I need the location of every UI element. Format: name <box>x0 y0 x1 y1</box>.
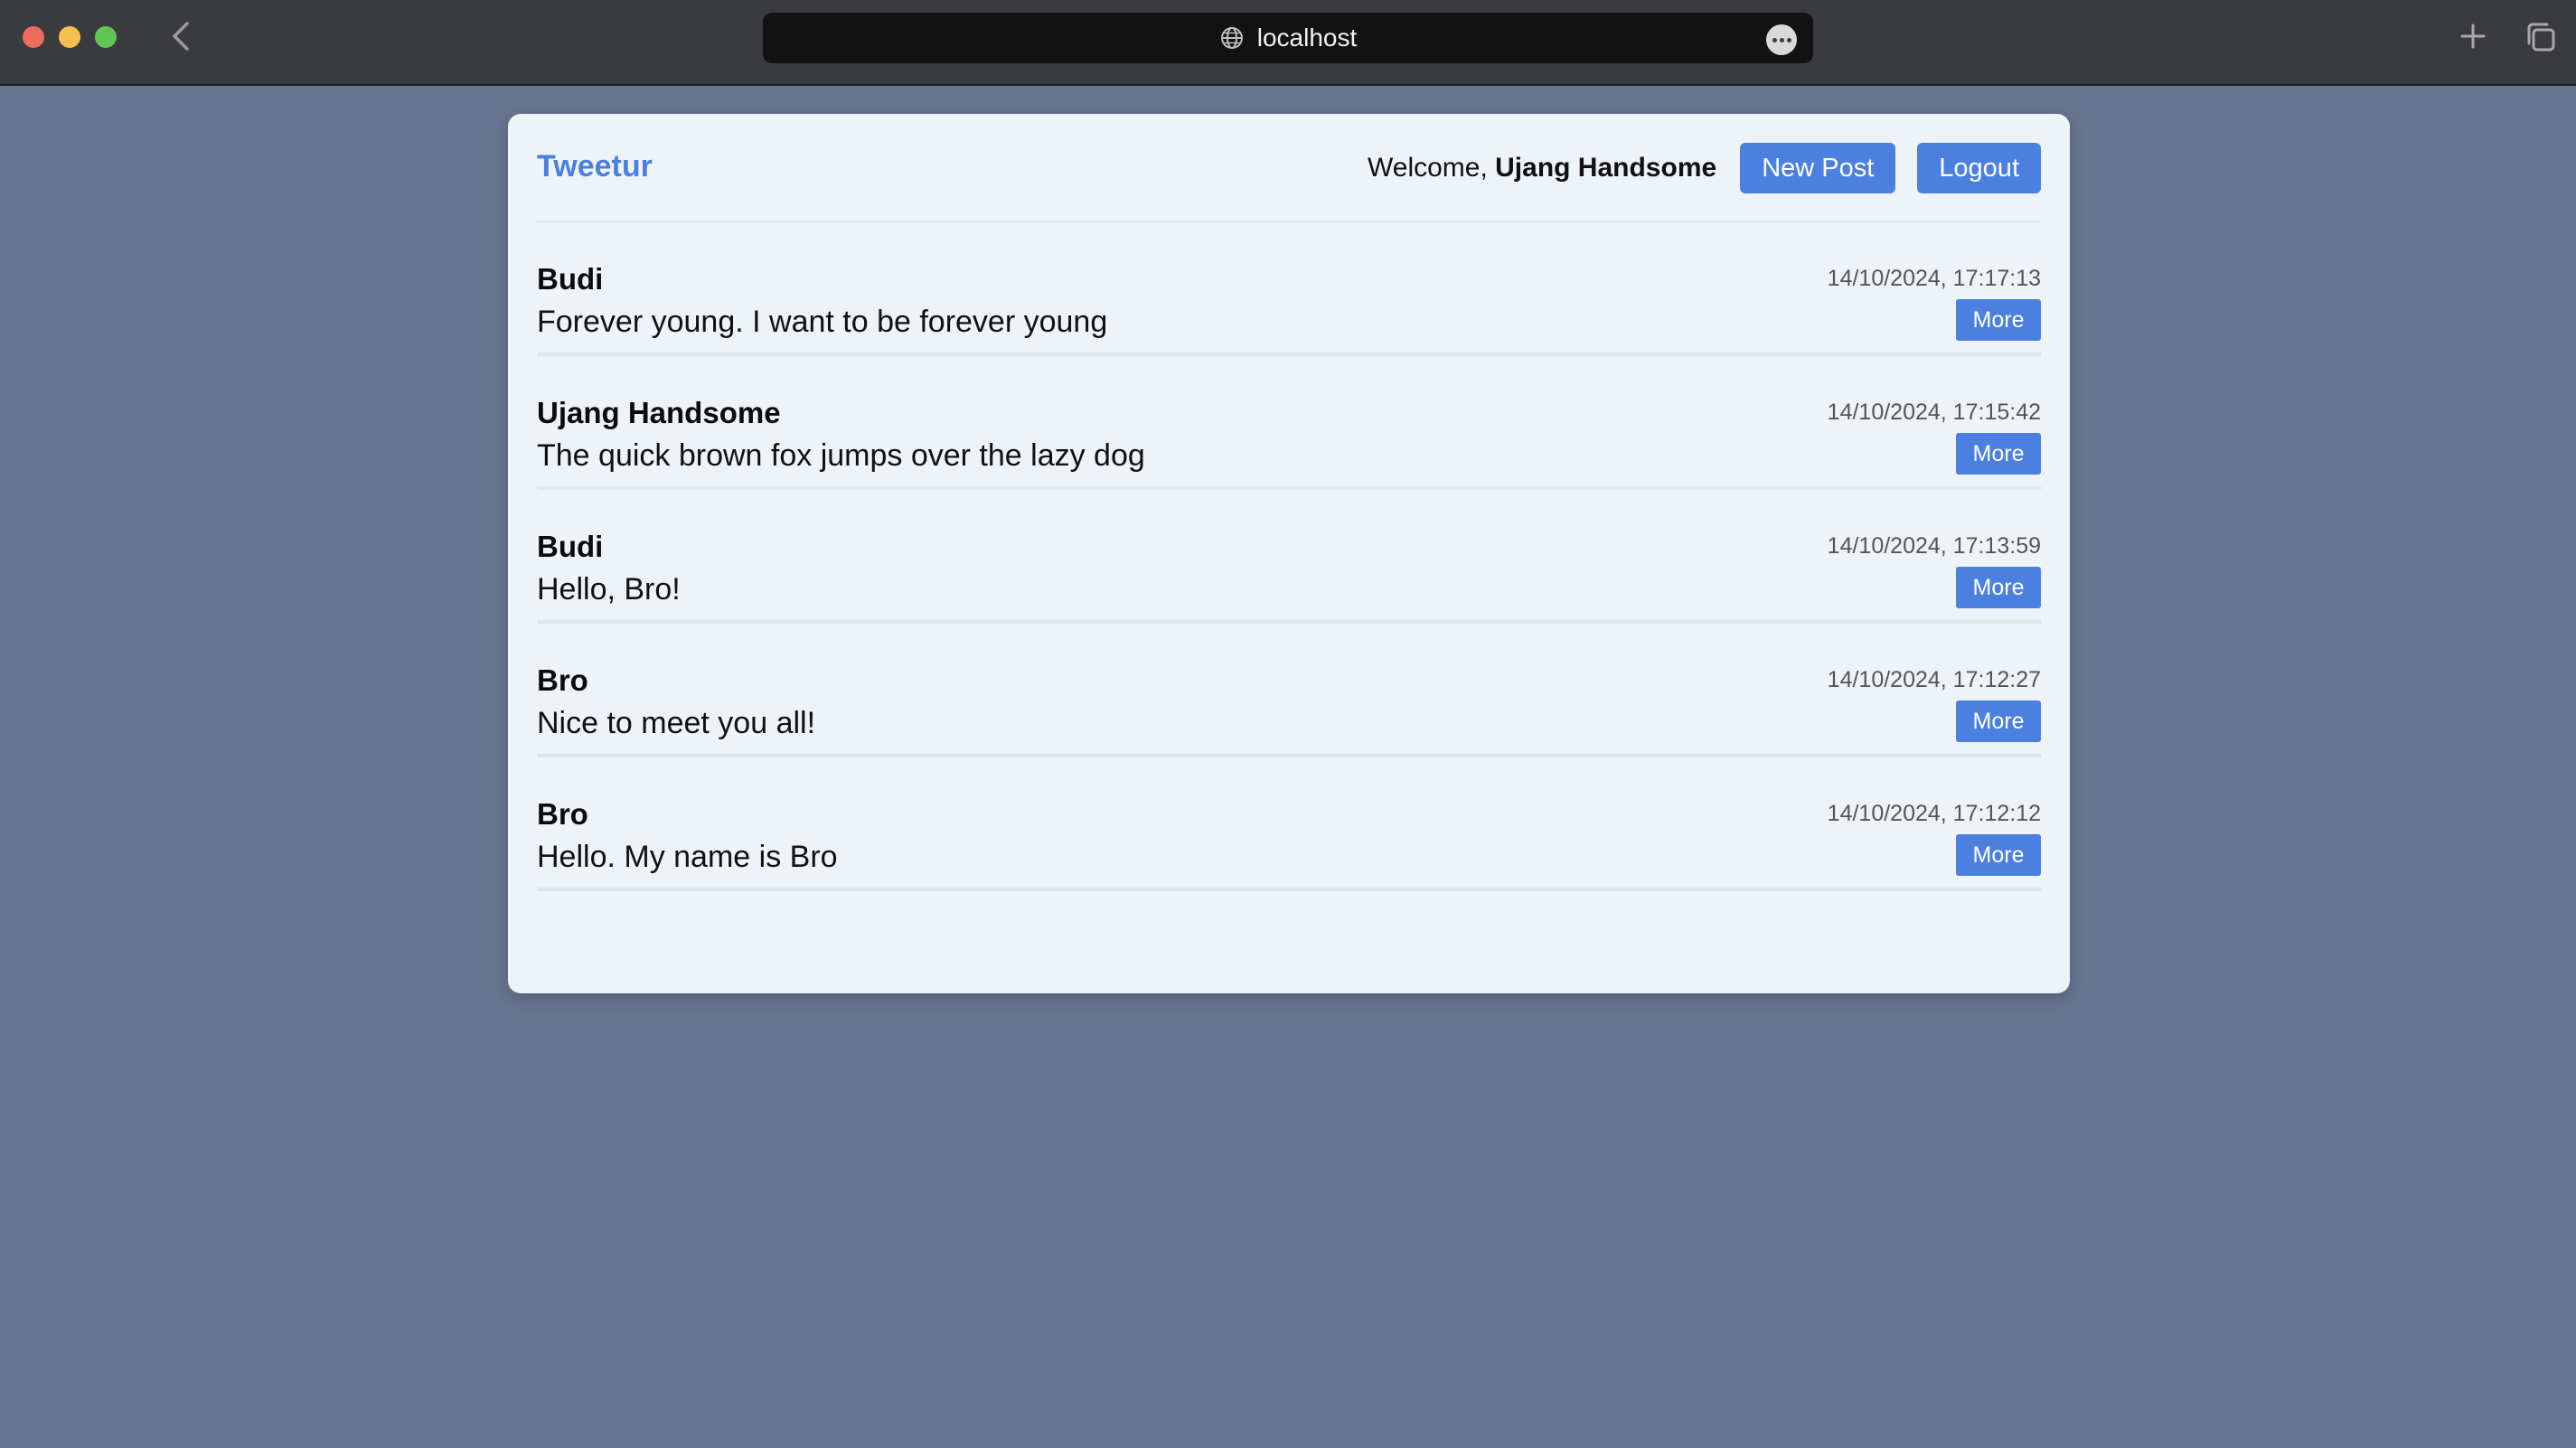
post-author: Bro <box>537 663 588 697</box>
address-bar[interactable]: localhost <box>763 13 1813 63</box>
new-tab-button[interactable] <box>2455 18 2491 54</box>
logout-button[interactable]: Logout <box>1917 143 2041 193</box>
show-tabs-button[interactable] <box>2522 18 2560 56</box>
post-list: Budi Forever young. I want to be forever… <box>537 222 2041 891</box>
post-author: Budi <box>537 530 604 563</box>
post-timestamp: 14/10/2024, 17:17:13 <box>1827 266 2041 291</box>
post-item: Ujang Handsome The quick brown fox jumps… <box>537 356 2041 490</box>
post-text: Hello, Bro! <box>537 572 681 606</box>
globe-icon <box>1219 25 1245 51</box>
more-icon[interactable] <box>1766 24 1797 55</box>
new-post-button[interactable]: New Post <box>1740 143 1896 193</box>
more-button[interactable]: More <box>1956 700 2041 742</box>
post-text: The quick brown fox jumps over the lazy … <box>537 438 1145 473</box>
tabs-icon <box>2527 23 2555 52</box>
more-button[interactable]: More <box>1956 834 2041 876</box>
post-timestamp: 14/10/2024, 17:12:27 <box>1827 667 2041 692</box>
post-item: Budi Hello, Bro! 14/10/2024, 17:13:59 Mo… <box>537 490 2041 624</box>
post-text: Nice to meet you all! <box>537 706 816 740</box>
more-button[interactable]: More <box>1956 433 2041 475</box>
plus-icon <box>2460 24 2486 49</box>
post-text: Forever young. I want to be forever youn… <box>537 305 1108 339</box>
post-item: Budi Forever young. I want to be forever… <box>537 222 2041 356</box>
post-text: Hello. My name is Bro <box>537 840 838 874</box>
zoom-window-button[interactable] <box>95 26 117 48</box>
post-author: Bro <box>537 797 588 831</box>
post-author: Ujang Handsome <box>537 396 781 429</box>
main-card: Tweetur Welcome, Ujang Handsome New Post… <box>508 114 2070 993</box>
post-timestamp: 14/10/2024, 17:12:12 <box>1827 801 2041 826</box>
welcome-message: Welcome, Ujang Handsome <box>1368 153 1716 183</box>
browser-toolbar: localhost <box>0 0 2576 86</box>
post-author: Budi <box>537 262 604 296</box>
post-timestamp: 14/10/2024, 17:15:42 <box>1827 400 2041 425</box>
more-button[interactable]: More <box>1956 299 2041 341</box>
close-window-button[interactable] <box>23 26 44 48</box>
more-button[interactable]: More <box>1956 567 2041 608</box>
back-arrow-icon <box>173 22 189 51</box>
brand-logo[interactable]: Tweetur <box>537 148 653 185</box>
app-header: Tweetur Welcome, Ujang Handsome New Post… <box>537 114 2041 222</box>
minimize-window-button[interactable] <box>59 26 80 48</box>
user-name: Ujang Handsome <box>1495 153 1717 183</box>
post-timestamp: 14/10/2024, 17:13:59 <box>1827 533 2041 559</box>
url-text: localhost <box>1256 24 1358 52</box>
post-item: Bro Hello. My name is Bro 14/10/2024, 17… <box>537 757 2041 891</box>
back-button[interactable] <box>163 18 199 54</box>
welcome-prefix: Welcome, <box>1367 153 1496 183</box>
post-item: Bro Nice to meet you all! 14/10/2024, 17… <box>537 624 2041 757</box>
